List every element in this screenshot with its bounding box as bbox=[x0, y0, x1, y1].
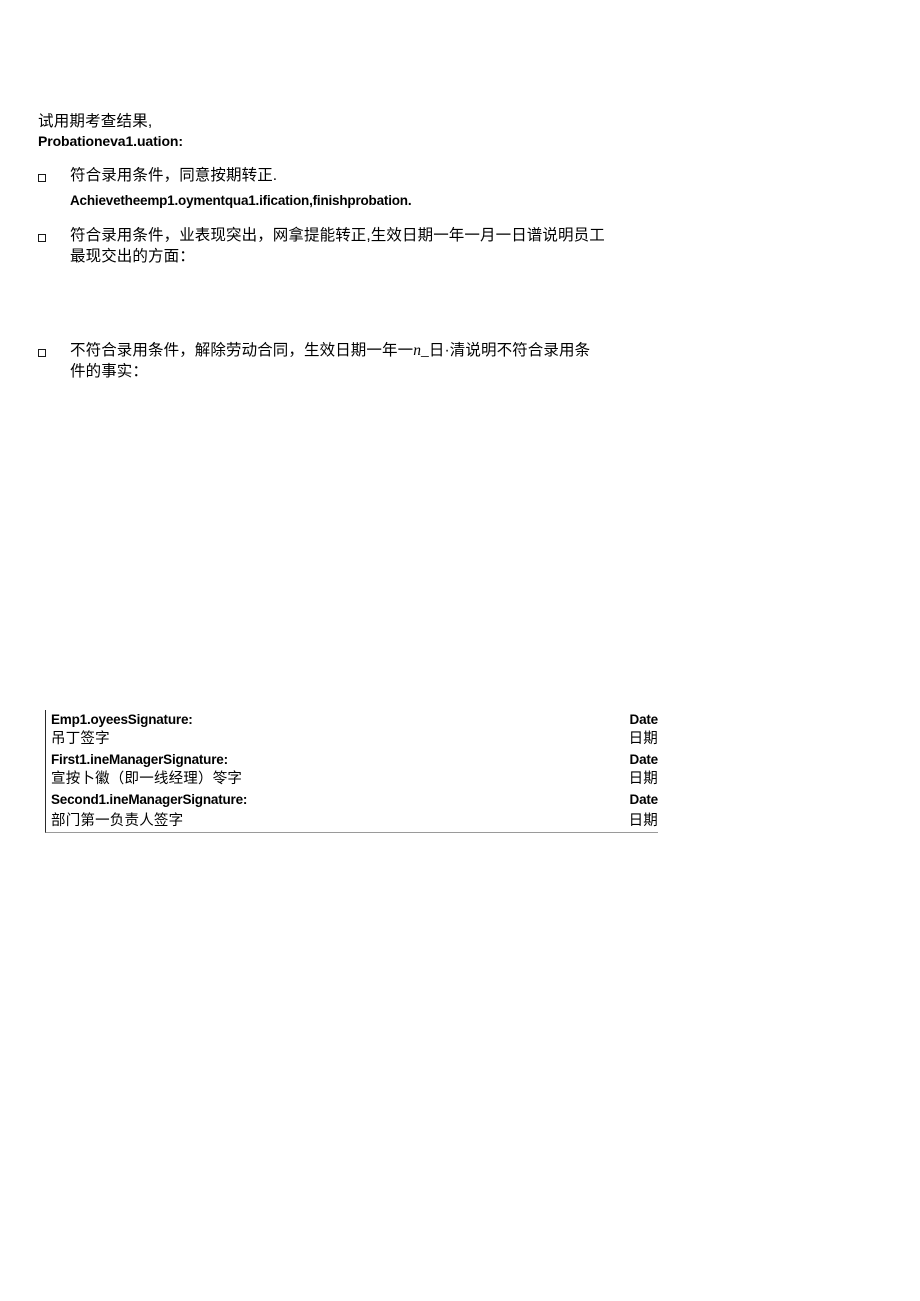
heading-english: Probationeva1.uation: bbox=[38, 133, 183, 149]
option-2-chinese-line-2: 最现交出的方面： bbox=[70, 248, 195, 265]
second-line-manager-signature-label-en: Second1.ineManagerSignature: bbox=[51, 792, 248, 807]
table-row: 吊丁签字 日期 bbox=[46, 729, 658, 750]
date-label-cn-3: 日期 bbox=[628, 813, 658, 829]
table-row: Second1.ineManagerSignature: Date bbox=[46, 790, 658, 809]
option-3-text-pre: 不符合录用条件，解除劳动合同，生效日期一年一 bbox=[70, 342, 414, 359]
checkbox-cell[interactable] bbox=[38, 340, 70, 362]
employee-signature-label-en: Emp1.oyeesSignature: bbox=[51, 712, 193, 727]
option-1-chinese: 符合录用条件，同意按期转正. bbox=[70, 167, 278, 184]
first-line-manager-signature-label-en: First1.ineManagerSignature: bbox=[51, 752, 228, 767]
table-row: First1.ineManagerSignature: Date bbox=[46, 750, 658, 769]
checkbox-empty-icon[interactable] bbox=[38, 234, 46, 242]
second-line-manager-signature-label-cn: 部门第一负责人签字 bbox=[51, 813, 184, 829]
checkbox-empty-icon[interactable] bbox=[38, 349, 46, 357]
table-row: Emp1.oyeesSignature: Date bbox=[46, 710, 658, 729]
date-label-en-3: Date bbox=[629, 792, 659, 807]
option-text-block: 不符合录用条件，解除劳动合同，生效日期一年一n_日·清说明不符合录用条 件的事实… bbox=[70, 340, 678, 382]
document-page: 试用期考查结果, Probationeva1.uation: 符合录用条件，同意… bbox=[0, 0, 920, 1301]
checkbox-cell[interactable] bbox=[38, 225, 70, 247]
date-label-en-2: Date bbox=[629, 752, 659, 767]
checkbox-empty-icon[interactable] bbox=[38, 174, 46, 182]
date-label-cn-2: 日期 bbox=[628, 771, 658, 787]
option-1-english: Achievetheemp1.oymentqua1.ification,fini… bbox=[70, 193, 412, 208]
checkbox-cell[interactable] bbox=[38, 165, 70, 187]
option-3-chinese-line-1: 不符合录用条件，解除劳动合同，生效日期一年一n_日·清说明不符合录用条 bbox=[70, 340, 678, 361]
table-row: 部门第一负责人签字 日期 bbox=[46, 811, 658, 832]
option-3-chinese-line-2: 件的事实： bbox=[70, 363, 149, 380]
option-text-block: 符合录用条件，业表现突出，网拿提能转正,生效日期一年一月一日谱说明员工 最现交出… bbox=[70, 225, 678, 267]
table-row: 宣按卜徽（即一线经理）笭字 日期 bbox=[46, 769, 658, 790]
date-label-en-1: Date bbox=[629, 712, 659, 727]
option-3-text-italic: n_ bbox=[413, 342, 429, 359]
option-2-chinese-line-1: 符合录用条件，业表现突出，网拿提能转正,生效日期一年一月一日谱说明员工 bbox=[70, 227, 605, 244]
first-line-manager-signature-label-cn: 宣按卜徽（即一线经理）笭字 bbox=[51, 771, 243, 787]
date-label-cn-1: 日期 bbox=[628, 731, 658, 747]
option-text-block: 符合录用条件，同意按期转正. Achievetheemp1.oymentqua1… bbox=[70, 165, 678, 211]
probation-evaluation-heading: 试用期考查结果, Probationeva1.uation: bbox=[38, 112, 678, 151]
option-3-text-post: 日·清说明不符合录用条 bbox=[428, 342, 591, 359]
employee-signature-label-cn: 吊丁签字 bbox=[51, 731, 110, 747]
option-row-early-promotion[interactable]: 符合录用条件，业表现突出，网拿提能转正,生效日期一年一月一日谱说明员工 最现交出… bbox=[38, 225, 678, 267]
option-row-pass-probation[interactable]: 符合录用条件，同意按期转正. Achievetheemp1.oymentqua1… bbox=[38, 165, 678, 211]
heading-chinese: 试用期考查结果, bbox=[38, 113, 153, 130]
signature-table: Emp1.oyeesSignature: Date 吊丁签字 日期 First1… bbox=[45, 710, 658, 833]
option-row-terminate-contract[interactable]: 不符合录用条件，解除劳动合同，生效日期一年一n_日·清说明不符合录用条 件的事实… bbox=[38, 340, 678, 382]
